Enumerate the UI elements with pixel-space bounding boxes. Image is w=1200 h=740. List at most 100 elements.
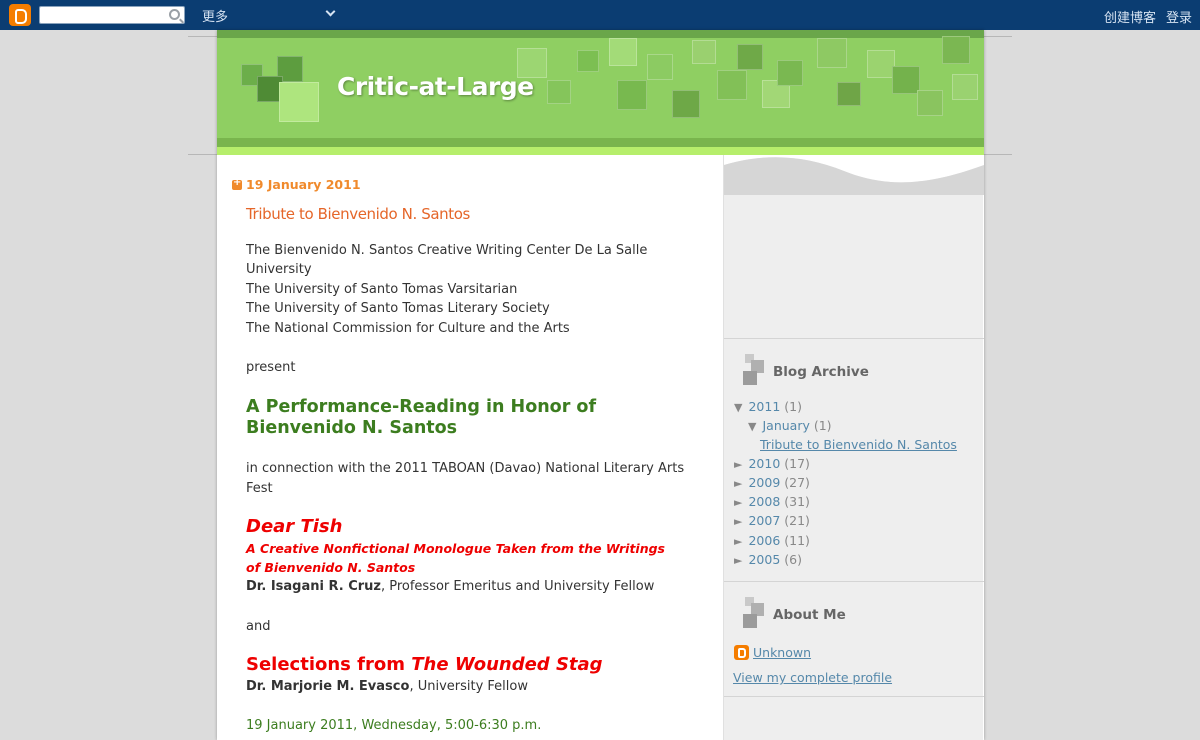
archive-count: (17) bbox=[784, 456, 810, 471]
header-pattern-square bbox=[867, 50, 895, 78]
chevron-down-icon[interactable] bbox=[325, 6, 336, 17]
blogger-logo-icon[interactable] bbox=[9, 4, 31, 26]
connection-line-2: Fest bbox=[246, 481, 273, 496]
header-pattern-square bbox=[737, 44, 763, 70]
headline-line-2: Bienvenido N. Santos bbox=[246, 418, 458, 438]
header-stripe bbox=[217, 147, 984, 155]
archive-count: (6) bbox=[784, 552, 802, 567]
triangle-down-icon[interactable]: ▼ bbox=[734, 401, 742, 414]
triangle-down-icon[interactable]: ▼ bbox=[748, 420, 756, 433]
archive-year-2009[interactable]: ► 2009 (27) bbox=[734, 475, 810, 490]
triangle-right-icon[interactable]: ► bbox=[734, 535, 742, 548]
date-expand-icon bbox=[232, 177, 242, 190]
create-blog-link[interactable]: 创建博客 bbox=[1104, 7, 1156, 26]
divider bbox=[724, 581, 984, 582]
header-pattern-square bbox=[547, 80, 571, 104]
blog-title[interactable]: Critic-at-Large bbox=[337, 72, 534, 101]
post-title[interactable]: Tribute to Bienvenido N. Santos bbox=[246, 205, 470, 223]
header-pattern-square bbox=[892, 66, 920, 94]
presenter-line: The University of Santo Tomas Varsitaria… bbox=[246, 282, 518, 297]
archive-count: (21) bbox=[784, 513, 810, 528]
archive-post-link[interactable]: Tribute to Bienvenido N. Santos bbox=[760, 437, 957, 452]
presenter-line: The Bienvenido N. Santos Creative Writin… bbox=[246, 243, 648, 258]
header-pattern-square bbox=[609, 38, 637, 66]
archive-year-link[interactable]: 2005 bbox=[748, 552, 780, 567]
archive-widget-icon bbox=[743, 354, 765, 386]
archive-year-2005[interactable]: ► 2005 (6) bbox=[734, 552, 802, 567]
piece2-title: Selections from The Wounded Stag bbox=[246, 654, 603, 675]
search-input[interactable] bbox=[39, 6, 185, 24]
piece2-prefix: Selections from bbox=[246, 654, 412, 675]
archive-year-2007[interactable]: ► 2007 (21) bbox=[734, 513, 810, 528]
blog-header: Critic-at-Large bbox=[217, 30, 984, 155]
presenter-line: University bbox=[246, 262, 312, 277]
post-date: 19 January 2011 bbox=[246, 177, 361, 192]
triangle-right-icon[interactable]: ► bbox=[734, 515, 742, 528]
header-bottom-band bbox=[217, 138, 984, 147]
header-top-band bbox=[217, 30, 984, 38]
header-logo-square bbox=[279, 82, 319, 122]
archive-count: (11) bbox=[784, 533, 810, 548]
piece1-subtitle-1: A Creative Nonfictional Monologue Taken … bbox=[246, 541, 665, 556]
header-pattern-square bbox=[717, 70, 747, 100]
header-pattern-square bbox=[672, 90, 700, 118]
archive-year-link[interactable]: 2010 bbox=[748, 456, 780, 471]
triangle-right-icon[interactable]: ► bbox=[734, 477, 742, 490]
divider bbox=[724, 338, 984, 339]
header-pattern-square bbox=[817, 38, 847, 68]
header-pattern-square bbox=[647, 54, 673, 80]
piece2-author: Dr. Marjorie M. Evasco, University Fello… bbox=[246, 679, 528, 694]
main-column: 19 January 2011 Tribute to Bienvenido N.… bbox=[218, 155, 723, 740]
header-pattern-square bbox=[942, 36, 970, 64]
archive-month-january[interactable]: ▼ January (1) bbox=[748, 418, 832, 433]
divider bbox=[984, 36, 1012, 37]
presenter-line: The National Commission for Culture and … bbox=[246, 321, 570, 336]
more-menu[interactable]: 更多 bbox=[202, 6, 228, 25]
archive-year-link[interactable]: 2007 bbox=[748, 513, 780, 528]
archive-year-link[interactable]: 2008 bbox=[748, 494, 780, 509]
divider bbox=[188, 154, 218, 155]
event-date: 19 January 2011, Wednesday, 5:00-6:30 p.… bbox=[246, 718, 542, 733]
author-role: , Professor Emeritus and University Fell… bbox=[380, 579, 655, 594]
sidebar: Blog Archive ▼ 2011 (1) ▼ January (1) Trib… bbox=[723, 155, 984, 740]
archive-year-2008[interactable]: ► 2008 (31) bbox=[734, 494, 810, 509]
view-profile-link[interactable]: View my complete profile bbox=[733, 670, 892, 685]
present-text: present bbox=[246, 360, 296, 375]
author-name: Dr. Isagani R. Cruz bbox=[246, 579, 381, 594]
connection-line-1: in connection with the 2011 TABOAN (Dava… bbox=[246, 461, 685, 476]
sidebar-wave-decoration bbox=[724, 155, 984, 195]
profile-name-link[interactable]: Unknown bbox=[753, 645, 811, 660]
archive-year-2011[interactable]: ▼ 2011 (1) bbox=[734, 399, 802, 414]
header-pattern-square bbox=[952, 74, 978, 100]
about-title: About Me bbox=[773, 607, 846, 623]
header-pattern-square bbox=[917, 90, 943, 116]
author-role: , University Fellow bbox=[409, 679, 528, 694]
header-pattern-square bbox=[617, 80, 647, 110]
archive-year-2010[interactable]: ► 2010 (17) bbox=[734, 456, 810, 471]
about-widget-icon bbox=[743, 597, 765, 629]
divider bbox=[188, 36, 218, 37]
archive-month-link[interactable]: January bbox=[762, 418, 809, 433]
triangle-right-icon[interactable]: ► bbox=[734, 496, 742, 509]
archive-count: (1) bbox=[813, 418, 832, 433]
archive-year-link[interactable]: 2011 bbox=[748, 399, 780, 414]
divider bbox=[984, 154, 1012, 155]
triangle-right-icon[interactable]: ► bbox=[734, 458, 742, 471]
blogger-navbar: 更多 创建博客 登录 bbox=[0, 0, 1200, 30]
archive-title: Blog Archive bbox=[773, 364, 869, 380]
search-icon[interactable] bbox=[169, 9, 180, 20]
archive-count: (31) bbox=[784, 494, 810, 509]
blogger-profile-icon bbox=[734, 645, 749, 660]
header-pattern-square bbox=[777, 60, 803, 86]
triangle-right-icon[interactable]: ► bbox=[734, 554, 742, 567]
login-link[interactable]: 登录 bbox=[1166, 7, 1192, 26]
header-pattern-square bbox=[692, 40, 716, 64]
archive-year-2006[interactable]: ► 2006 (11) bbox=[734, 533, 810, 548]
piece2-book-title: The Wounded Stag bbox=[411, 654, 603, 675]
archive-year-link[interactable]: 2006 bbox=[748, 533, 780, 548]
archive-year-link[interactable]: 2009 bbox=[748, 475, 780, 490]
piece1-author: Dr. Isagani R. Cruz, Professor Emeritus … bbox=[246, 579, 654, 594]
header-pattern-square bbox=[837, 82, 861, 106]
headline-line-1: A Performance-Reading in Honor of bbox=[246, 397, 597, 417]
presenter-line: The University of Santo Tomas Literary S… bbox=[246, 301, 550, 316]
